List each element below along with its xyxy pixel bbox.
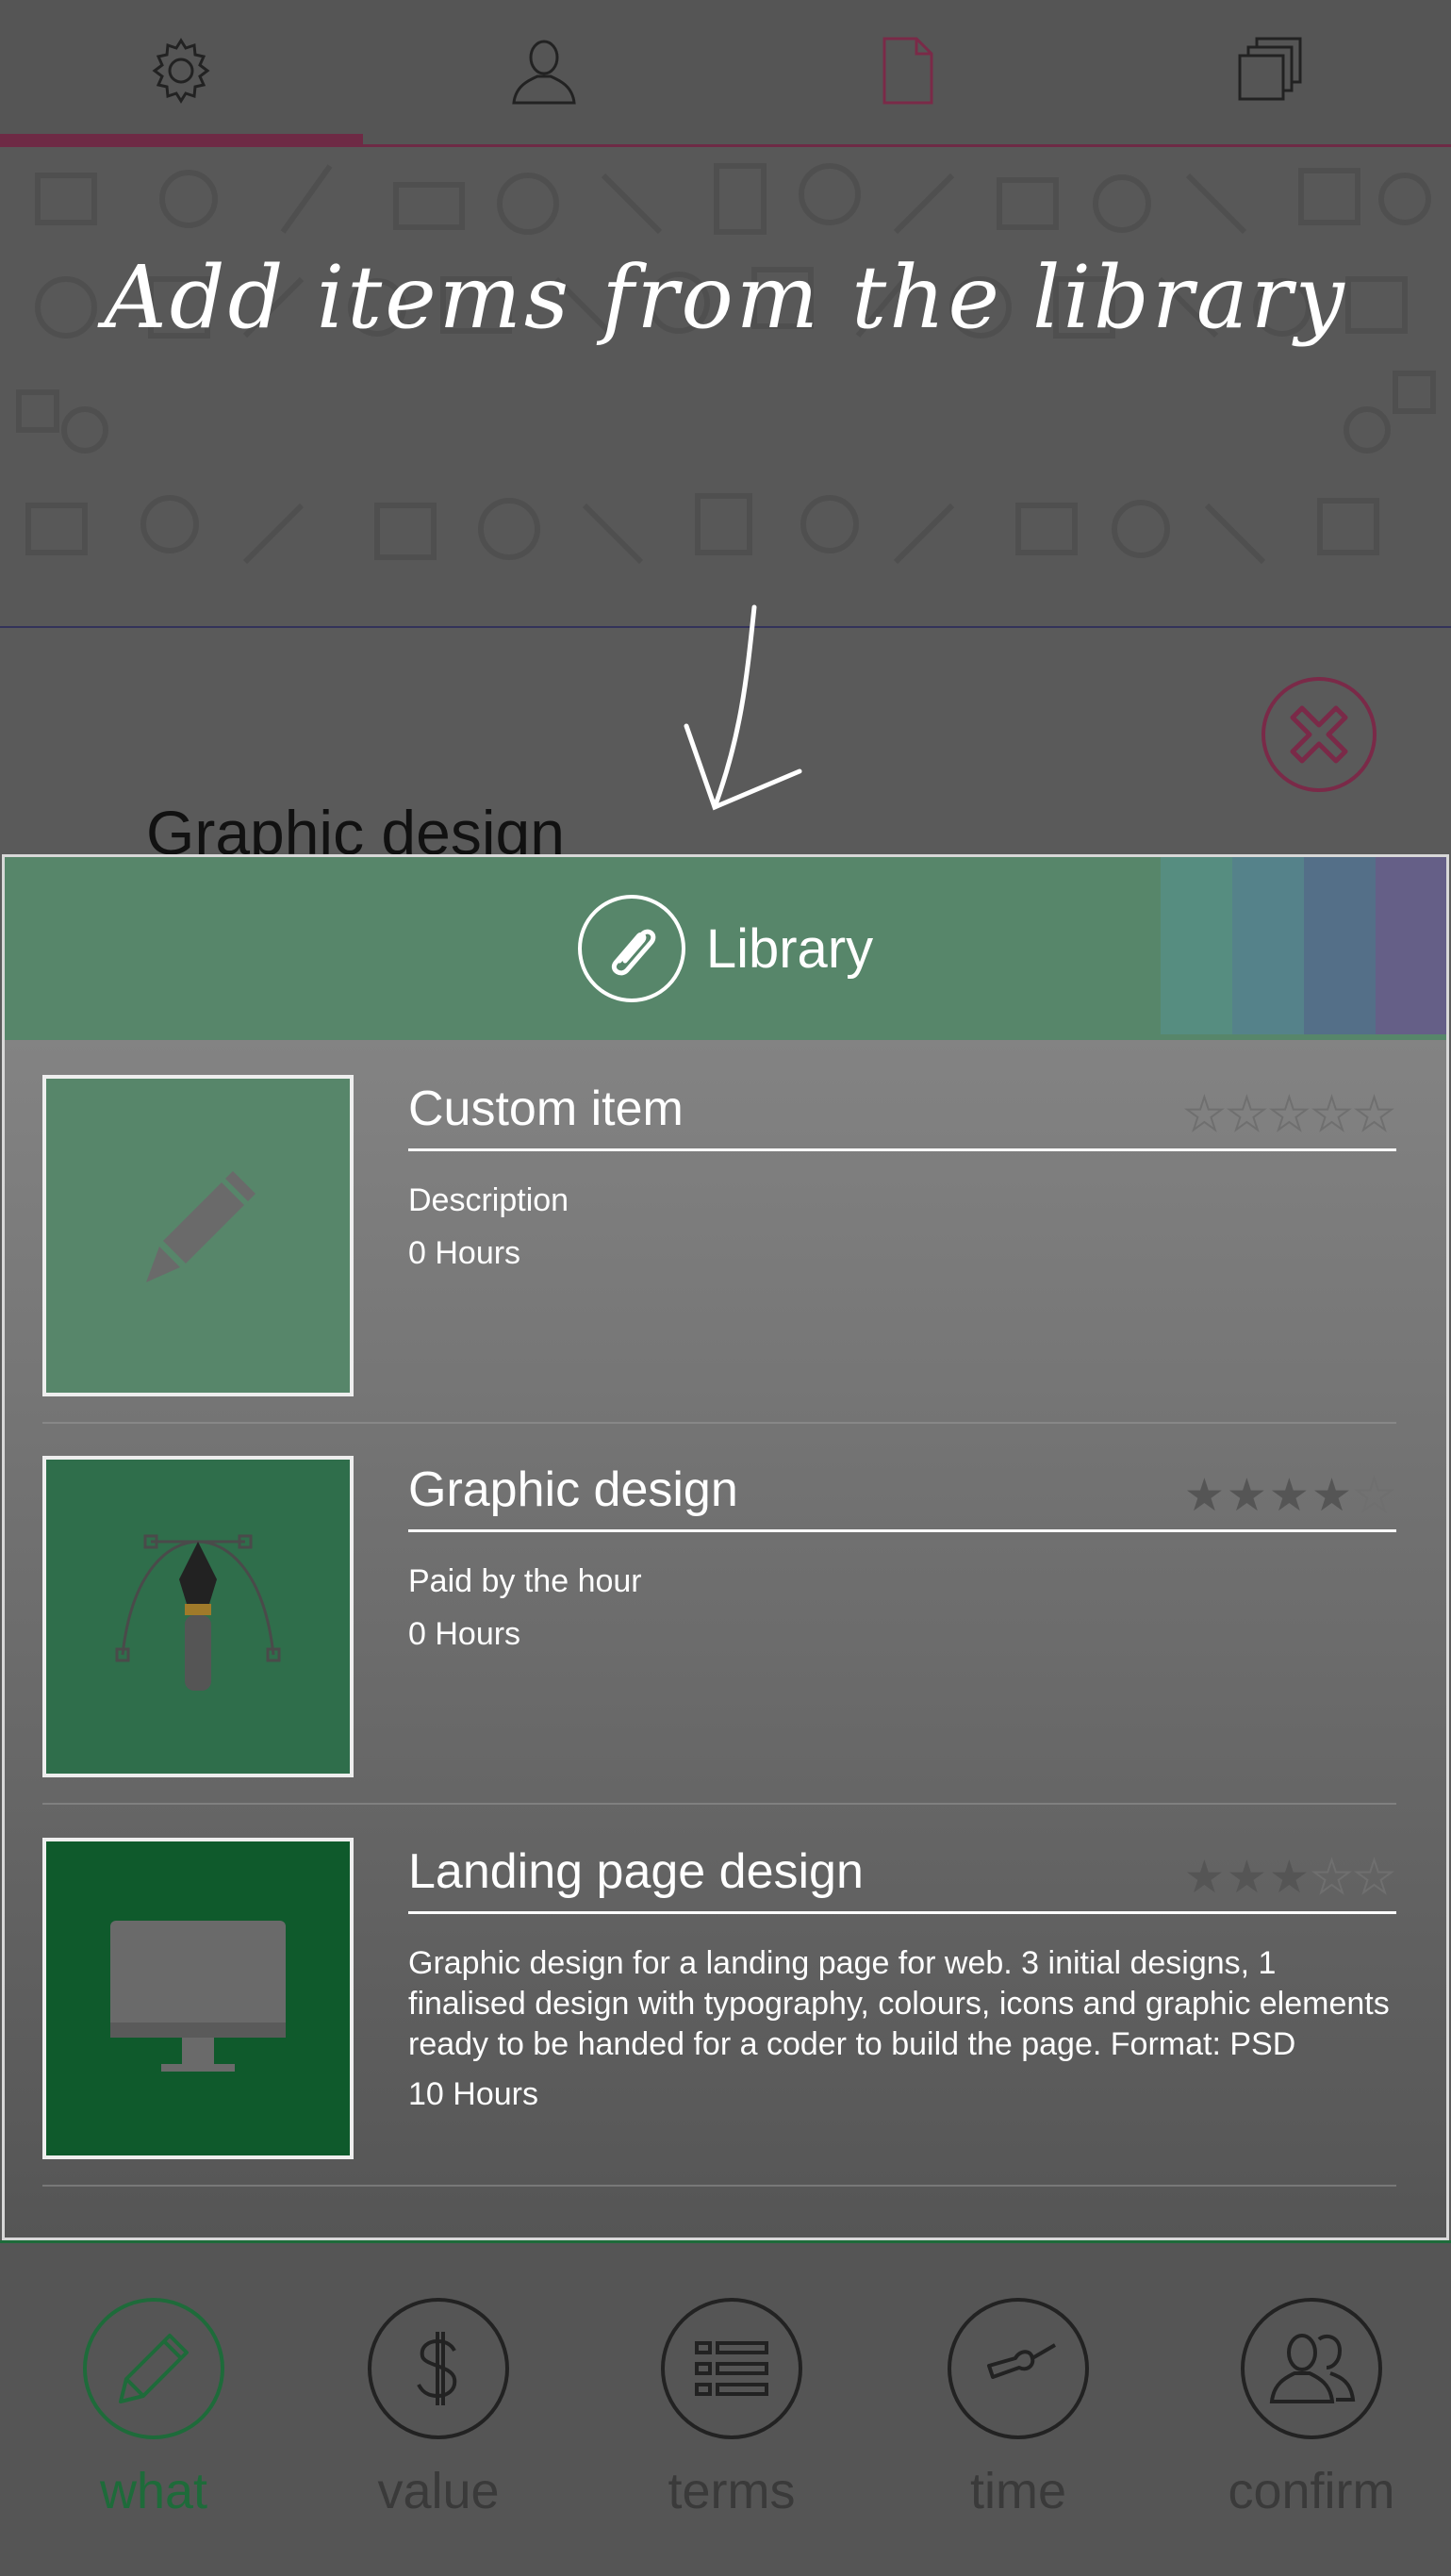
bottom-nav: what value terms time confirm [0,2240,1451,2576]
rating-stars[interactable]: ★★★★★ [1184,1469,1396,1522]
item-separator [42,1422,1396,1424]
nav-what[interactable]: what [59,2298,248,2543]
library-panel: Library Custom item ★★★★★ Description 0 … [2,854,1449,2240]
arrow-down-icon [684,604,802,811]
paperclip-icon [577,895,685,1002]
pattern-header [0,147,1451,628]
list-item[interactable]: Graphic design ★★★★★ Paid by the hour 0 … [42,1456,1396,1805]
tutorial-caption: Add items from the library [104,247,1347,348]
divider [408,1529,1396,1532]
list-item[interactable]: Landing page design ★★★★★ Graphic design… [42,1838,1396,2187]
item-description: Graphic design for a landing page for we… [408,1945,1390,2062]
item-name: Custom item [408,1082,684,1136]
nav-label: time [969,2463,1066,2519]
nav-confirm[interactable]: confirm [1217,2298,1406,2543]
user-icon [512,40,576,105]
nav-label: terms [668,2463,796,2519]
item-name: Graphic design [408,1462,738,1517]
nav-value[interactable]: value [344,2298,533,2543]
item-hours: 0 Hours [408,1235,521,1271]
nav-time[interactable]: time [924,2298,1113,2543]
dollar-icon [368,2298,509,2439]
active-tab-indicator [0,134,363,145]
item-description: Description [408,1182,569,1218]
pencil-icon [146,1170,256,1282]
library-title: Library [705,917,874,980]
tab-settings[interactable] [0,0,362,141]
item-name: Landing page design [408,1844,864,1899]
rating-stars[interactable]: ★★★★★ [1184,1851,1396,1904]
clock-icon [948,2298,1089,2439]
item-hours: 0 Hours [408,1616,521,1652]
close-button[interactable] [1261,677,1377,792]
pen-tool-icon [115,1534,281,1691]
rating-stars[interactable]: ★★★★★ [1183,1088,1396,1141]
document-icon [882,37,933,105]
top-tab-bar [0,0,1451,147]
divider [408,1911,1396,1914]
tab-client[interactable] [363,0,725,141]
users-icon [1241,2298,1382,2439]
item-thumbnail[interactable] [42,1456,354,1777]
item-separator [42,1803,1396,1805]
item-hours: 10 Hours [408,2076,538,2112]
close-icon [1290,705,1348,764]
icon-pattern-background [16,163,1436,565]
pen-icon [83,2298,224,2439]
item-thumbnail[interactable] [42,1075,354,1396]
divider [408,1148,1396,1151]
tab-document[interactable] [726,0,1088,141]
monitor-icon [110,1920,286,2072]
library-header: Library [5,857,1446,1040]
gear-icon [152,38,210,104]
item-thumbnail[interactable] [42,1838,354,2159]
tab-copies[interactable] [1089,0,1451,141]
nav-label: value [377,2463,500,2519]
item-separator [42,2185,1396,2187]
copies-icon [1238,37,1302,101]
nav-label: confirm [1228,2463,1395,2519]
nav-label: what [99,2463,208,2519]
nav-terms[interactable]: terms [637,2298,826,2543]
list-icon [661,2298,802,2439]
item-description: Paid by the hour [408,1563,642,1599]
list-item[interactable]: Custom item ★★★★★ Description 0 Hours [42,1075,1396,1424]
